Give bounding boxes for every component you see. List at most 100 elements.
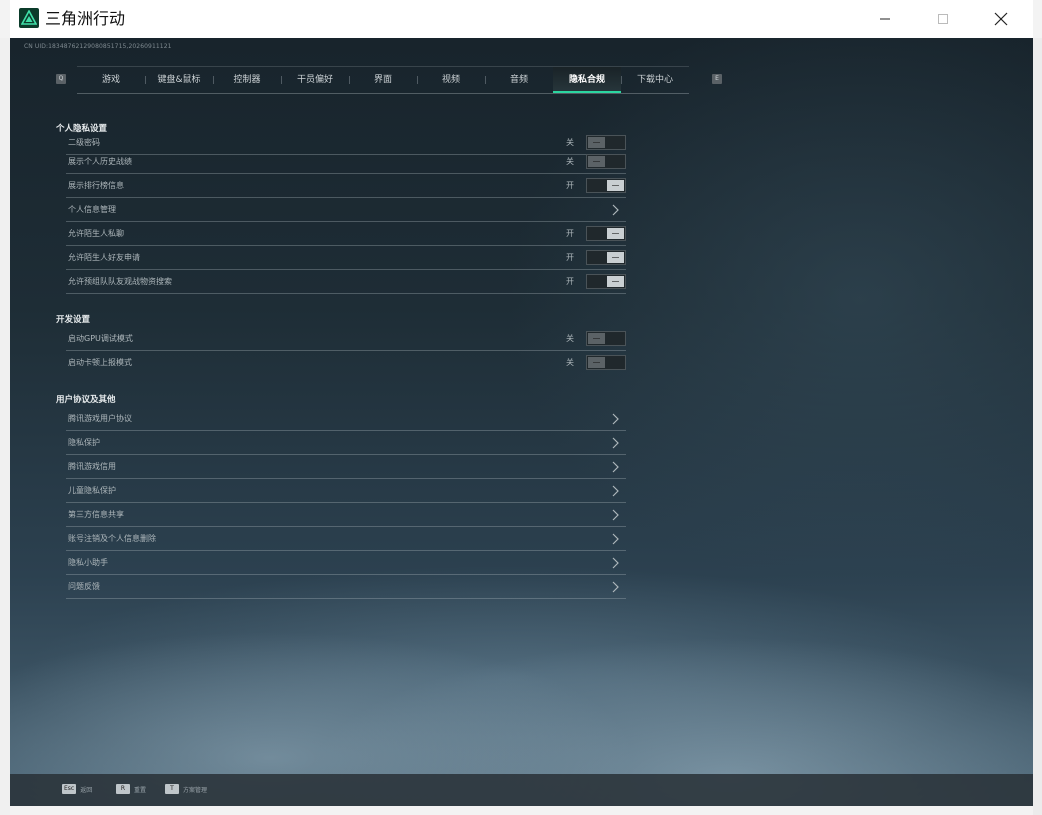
row-label: 问题反馈 xyxy=(68,582,100,591)
close-button[interactable] xyxy=(972,0,1030,38)
row-personal-info-management[interactable]: 个人信息管理 xyxy=(66,199,626,222)
row-tencent-game-user-agreement[interactable]: 腾讯游戏用户协议 xyxy=(66,408,626,431)
toggle-switch[interactable] xyxy=(586,226,626,241)
section-title-agreements: 用户协议及其他 xyxy=(56,395,116,405)
minimize-button[interactable] xyxy=(856,0,914,38)
maximize-button[interactable] xyxy=(914,0,972,38)
row-account-deletion[interactable]: 账号注销及个人信息删除 xyxy=(66,528,626,551)
tab-next-key[interactable]: E xyxy=(712,74,722,84)
row-tencent-game-credit[interactable]: 腾讯游戏信用 xyxy=(66,456,626,479)
row-third-party-info-sharing[interactable]: 第三方信息共享 xyxy=(66,504,626,527)
row-label: 允许陌生人私聊 xyxy=(68,229,124,238)
key-cap: T xyxy=(165,784,179,794)
row-label: 隐私保护 xyxy=(68,438,100,447)
chevron-right-icon xyxy=(612,557,619,569)
hotkey-label: 重置 xyxy=(134,786,147,794)
window-titlebar[interactable]: 三角洲行动 xyxy=(10,0,1033,39)
tab-keyboard-mouse[interactable]: 键盘&鼠标 xyxy=(145,67,213,93)
row-child-privacy-protection[interactable]: 儿童隐私保护 xyxy=(66,480,626,503)
row-label: 个人信息管理 xyxy=(68,205,116,214)
row-label: 腾讯游戏用户协议 xyxy=(68,414,132,423)
tab-download-center[interactable]: 下载中心 xyxy=(621,67,689,93)
chevron-right-icon xyxy=(612,204,619,216)
row-label: 允许预组队队友观战物资搜索 xyxy=(68,277,172,286)
row-lag-report-mode[interactable]: 启动卡顿上报模式 关 xyxy=(66,352,626,374)
close-icon xyxy=(994,12,1008,26)
row-gpu-debug-mode[interactable]: 启动GPU调试模式 关 xyxy=(66,328,626,351)
chevron-right-icon xyxy=(612,413,619,425)
toggle-switch[interactable] xyxy=(586,331,626,346)
tab-controller[interactable]: 控制器 xyxy=(213,67,281,93)
row-allow-stranger-friend-request[interactable]: 允许陌生人好友申请 开 xyxy=(66,247,626,270)
row-allow-teammate-spectate-search[interactable]: 允许预组队队友观战物资搜索 开 xyxy=(66,271,626,294)
row-show-history-record[interactable]: 展示个人历史战绩 关 xyxy=(66,151,626,174)
row-label: 启动卡顿上报模式 xyxy=(68,358,132,367)
toggle-state-text: 关 xyxy=(566,358,574,367)
row-show-leaderboard-info[interactable]: 展示排行榜信息 开 xyxy=(66,175,626,198)
toggle-knob xyxy=(607,228,624,239)
user-uid: CN UID:18348762129080851715,20260911121 xyxy=(24,43,172,50)
toggle-switch[interactable] xyxy=(586,250,626,265)
section-title-developer: 开发设置 xyxy=(56,315,91,325)
row-feedback[interactable]: 问题反馈 xyxy=(66,576,626,599)
toggle-switch[interactable] xyxy=(586,355,626,370)
maximize-icon xyxy=(938,14,948,24)
hotkey-scheme-management[interactable]: T 方案管理 xyxy=(165,784,207,794)
app-logo-icon xyxy=(19,8,39,28)
settings-tabs: 游戏 键盘&鼠标 控制器 干员偏好 界面 视频 音频 隐私合规 下载中心 xyxy=(77,66,689,94)
toggle-state-text: 开 xyxy=(566,229,574,238)
row-label: 第三方信息共享 xyxy=(68,510,124,519)
row-label: 腾讯游戏信用 xyxy=(68,462,116,471)
key-cap: Esc xyxy=(62,784,77,794)
toggle-knob xyxy=(588,156,605,167)
toggle-knob xyxy=(588,357,605,368)
window-title: 三角洲行动 xyxy=(45,9,126,28)
row-label: 隐私小助手 xyxy=(68,558,108,567)
chevron-right-icon xyxy=(612,581,619,593)
game-settings-screen: CN UID:18348762129080851715,20260911121 … xyxy=(10,38,1033,806)
toggle-switch[interactable] xyxy=(586,178,626,193)
tab-game[interactable]: 游戏 xyxy=(77,67,145,93)
toggle-state-text: 开 xyxy=(566,253,574,262)
tab-prev-key[interactable]: Q xyxy=(56,74,66,84)
toggle-knob xyxy=(607,252,624,263)
key-cap: R xyxy=(116,784,130,794)
toggle-state-text: 关 xyxy=(566,157,574,166)
desktop-right-edge xyxy=(1033,38,1042,815)
tab-operator-preferences[interactable]: 干员偏好 xyxy=(281,67,349,93)
tab-video[interactable]: 视频 xyxy=(417,67,485,93)
row-privacy-assistant[interactable]: 隐私小助手 xyxy=(66,552,626,575)
minimize-icon xyxy=(880,18,890,20)
chevron-right-icon xyxy=(612,509,619,521)
tab-interface[interactable]: 界面 xyxy=(349,67,417,93)
row-label: 展示个人历史战绩 xyxy=(68,157,132,166)
toggle-switch[interactable] xyxy=(586,274,626,289)
toggle-knob xyxy=(588,137,605,148)
hotkey-back[interactable]: Esc 返回 xyxy=(62,784,92,794)
row-label: 账号注销及个人信息删除 xyxy=(68,534,156,543)
chevron-right-icon xyxy=(612,461,619,473)
toggle-switch[interactable] xyxy=(586,135,626,150)
row-label: 启动GPU调试模式 xyxy=(68,334,133,343)
chevron-right-icon xyxy=(612,437,619,449)
toggle-switch[interactable] xyxy=(586,154,626,169)
hotkey-label: 方案管理 xyxy=(183,786,208,794)
row-label: 展示排行榜信息 xyxy=(68,181,124,190)
toggle-knob xyxy=(588,333,605,344)
toggle-knob xyxy=(607,180,624,191)
desktop-left-edge xyxy=(0,38,10,815)
toggle-state-text: 开 xyxy=(566,277,574,286)
toggle-knob xyxy=(607,276,624,287)
footer-hotkey-bar: Esc 返回 R 重置 T 方案管理 xyxy=(10,774,1033,806)
tab-audio[interactable]: 音频 xyxy=(485,67,553,93)
row-label: 儿童隐私保护 xyxy=(68,486,116,495)
tab-privacy-compliance[interactable]: 隐私合规 xyxy=(553,67,621,93)
row-privacy-protection[interactable]: 隐私保护 xyxy=(66,432,626,455)
row-allow-stranger-chat[interactable]: 允许陌生人私聊 开 xyxy=(66,223,626,246)
chevron-right-icon xyxy=(612,485,619,497)
hotkey-label: 返回 xyxy=(80,786,93,794)
row-label: 允许陌生人好友申请 xyxy=(68,253,140,262)
toggle-state-text: 开 xyxy=(566,181,574,190)
chevron-right-icon xyxy=(612,533,619,545)
hotkey-reset[interactable]: R 重置 xyxy=(116,784,146,794)
